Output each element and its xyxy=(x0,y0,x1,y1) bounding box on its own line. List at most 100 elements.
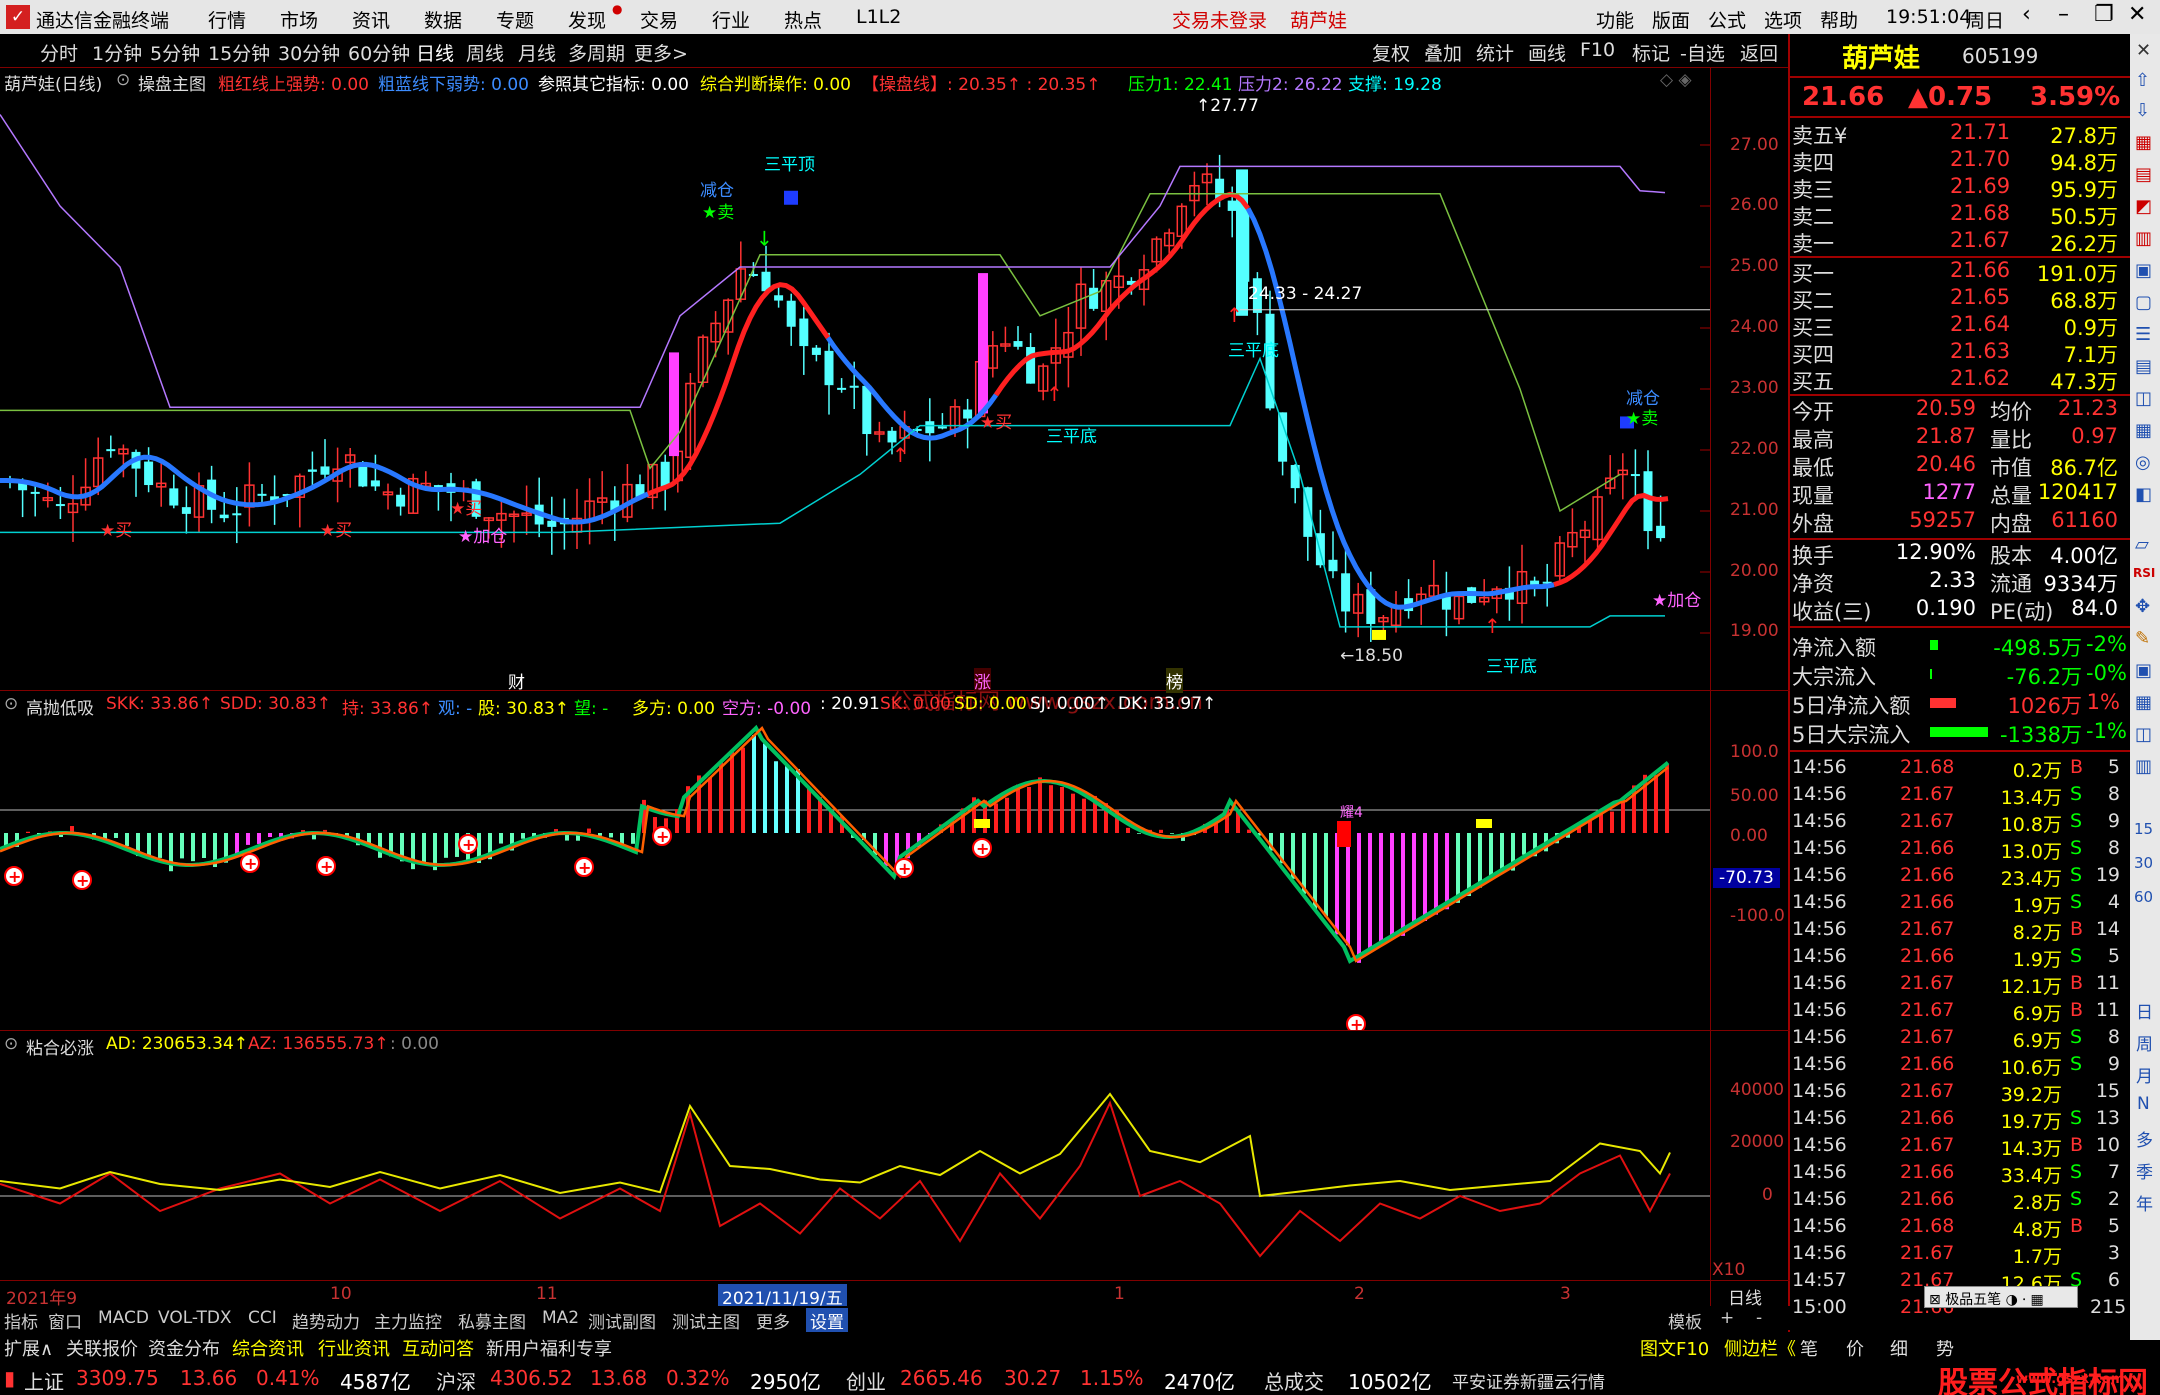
toolbar-kline-icon[interactable]: ▤ xyxy=(2135,164,2152,185)
menu-item[interactable]: 发现 xyxy=(568,6,606,33)
indicator-tab[interactable]: 测试主图 xyxy=(672,1308,740,1333)
indicator-tab-settings[interactable]: 设置 xyxy=(806,1308,848,1333)
trade-login-status[interactable]: 交易未登录 xyxy=(1172,6,1267,33)
toolbar-layout-icon[interactable]: ▦ xyxy=(2135,692,2152,713)
menu-item[interactable]: 市场 xyxy=(280,6,318,33)
ind1-settings-icon[interactable]: ⊙ xyxy=(4,694,18,714)
toolbar-f-icon[interactable]: ▤ xyxy=(2135,356,2152,377)
chart-zoom-icons[interactable]: ◇ ◈ xyxy=(1660,70,1692,90)
menu-item[interactable]: 行情 xyxy=(208,6,246,33)
menu-item[interactable]: 选项 xyxy=(1764,6,1802,33)
menu-item[interactable]: L1L2 xyxy=(856,6,901,28)
tool-button[interactable]: 返回 xyxy=(1740,39,1778,66)
tool-button[interactable]: -自选 xyxy=(1680,39,1725,66)
ext-right-button[interactable]: 侧边栏《 xyxy=(1724,1335,1796,1361)
tool-button[interactable]: 画线 xyxy=(1528,39,1566,66)
toolbar-close-icon[interactable]: ✕ xyxy=(2136,40,2151,61)
indicator-tab[interactable]: 测试副图 xyxy=(588,1308,656,1333)
indicator-tab[interactable]: 更多 xyxy=(756,1308,790,1333)
toolbar-table-icon[interactable]: ▣ xyxy=(2135,260,2152,281)
toolbar-pen-icon[interactable]: ✎ xyxy=(2135,628,2150,649)
minus-icon[interactable]: - xyxy=(1756,1308,1762,1328)
ext-tab[interactable]: 关联报价 xyxy=(66,1335,138,1361)
period-tab-active[interactable]: 日线 xyxy=(416,39,454,66)
side-period[interactable]: 多 xyxy=(2136,1126,2153,1151)
period-tab[interactable]: 15分钟 xyxy=(208,39,270,66)
toolbar-rsi-icon[interactable]: RSI xyxy=(2133,566,2155,580)
period-tab[interactable]: 30分钟 xyxy=(278,39,340,66)
restore-icon[interactable]: ❐ xyxy=(2094,2,2114,27)
menu-item[interactable]: 交易 xyxy=(640,6,678,33)
toolbar-list-icon[interactable]: ☰ xyxy=(2135,324,2151,345)
indicator-tab[interactable]: 主力监控 xyxy=(374,1308,442,1333)
tool-button[interactable]: 统计 xyxy=(1476,39,1514,66)
side-period[interactable]: 日 xyxy=(2136,998,2153,1023)
toolbar-info-icon[interactable]: ◫ xyxy=(2135,388,2152,409)
toolbar-window-icon[interactable]: ◫ xyxy=(2135,724,2152,745)
index-name[interactable]: 上证 xyxy=(24,1366,64,1395)
menu-item[interactable]: 资讯 xyxy=(352,6,390,33)
side-minute[interactable]: 30 xyxy=(2134,854,2153,872)
menu-item[interactable]: 功能 xyxy=(1596,6,1634,33)
toolbar-f10-icon[interactable]: ▢ xyxy=(2135,292,2152,313)
menu-item[interactable]: 版面 xyxy=(1652,6,1690,33)
toolbar-compare-icon[interactable]: ◧ xyxy=(2135,484,2152,505)
indicator-tab[interactable]: 私募主图 xyxy=(458,1308,526,1333)
indicator-tab[interactable]: 指标 xyxy=(4,1308,38,1333)
indicator-tab[interactable]: 趋势动力 xyxy=(292,1308,360,1333)
toolbar-down-icon[interactable]: ⇩ xyxy=(2135,100,2150,121)
index-name[interactable]: 沪深 xyxy=(436,1366,476,1395)
ext-tab[interactable]: 扩展∧ xyxy=(4,1335,53,1361)
toolbar-macd-icon[interactable]: ▱ xyxy=(2135,534,2149,555)
ind1-chart[interactable]: + + + + + + + + + + xyxy=(0,716,1710,1030)
ext-tab[interactable]: 新用户福利专享 xyxy=(486,1335,612,1361)
index-name[interactable]: 创业 xyxy=(846,1366,886,1395)
ext-tab-active[interactable]: 综合资讯 xyxy=(232,1335,304,1361)
tool-button[interactable]: F10 xyxy=(1580,39,1615,61)
toolbar-panel-icon[interactable]: ▥ xyxy=(2135,756,2152,777)
toolbar-up-icon[interactable]: ⇧ xyxy=(2135,70,2150,91)
menu-item[interactable]: 专题 xyxy=(496,6,534,33)
ext-tab[interactable]: 行业资讯 xyxy=(318,1335,390,1361)
back-arrow-icon[interactable]: ‹ xyxy=(2022,2,2031,27)
toolbar-search-icon[interactable]: ◎ xyxy=(2135,452,2151,473)
indicator-tab[interactable]: MA2 xyxy=(542,1308,579,1328)
ext-right-button[interactable]: 图文F10 xyxy=(1640,1335,1709,1361)
candlestick-chart[interactable]: ↑ ↑ ↑ ↑ ↓ xyxy=(0,92,1710,690)
toolbar-move-icon[interactable]: ✥ xyxy=(2135,596,2150,617)
side-period[interactable]: N xyxy=(2137,1094,2150,1114)
toolbar-box-icon[interactable]: ▣ xyxy=(2135,660,2152,681)
side-period[interactable]: 季 xyxy=(2136,1158,2153,1183)
menu-item[interactable]: 热点 xyxy=(784,6,822,33)
menu-item[interactable]: 帮助 xyxy=(1820,6,1858,33)
ext-tab[interactable]: 互动问答 xyxy=(402,1335,474,1361)
period-tab[interactable]: 周线 xyxy=(466,39,504,66)
indicator-tab[interactable]: 窗口 xyxy=(48,1308,82,1333)
template-button[interactable]: 模板 xyxy=(1668,1308,1702,1333)
indicator-tab[interactable]: MACD xyxy=(98,1308,149,1328)
period-tab[interactable]: 多周期 xyxy=(568,39,625,66)
event-marker-finance[interactable]: 财 xyxy=(508,668,525,693)
close-icon[interactable]: ✕ xyxy=(2128,2,2146,27)
period-tab[interactable]: 分时 xyxy=(40,39,78,66)
indicator-tab[interactable]: VOL-TDX xyxy=(158,1308,232,1328)
ext-tab[interactable]: 资金分布 xyxy=(148,1335,220,1361)
period-tab[interactable]: 5分钟 xyxy=(150,39,200,66)
toolbar-chart-icon[interactable]: ▦ xyxy=(2135,132,2152,153)
tool-button[interactable]: 叠加 xyxy=(1424,39,1462,66)
side-period[interactable]: 月 xyxy=(2136,1062,2153,1087)
ind2-settings-icon[interactable]: ⊙ xyxy=(4,1034,18,1054)
ime-toolbar[interactable]: ⊠ 极品五笔 ◑ ⸱ ▦ xyxy=(1924,1286,2078,1308)
side-minute[interactable]: 15 xyxy=(2134,820,2153,838)
menu-item[interactable]: 公式 xyxy=(1708,6,1746,33)
add-icon[interactable]: + xyxy=(1720,1308,1734,1328)
menu-item[interactable]: 数据 xyxy=(424,6,462,33)
tool-button[interactable]: 复权 xyxy=(1372,39,1410,66)
side-period[interactable]: 周 xyxy=(2136,1030,2153,1055)
chart-settings-icon[interactable]: ⊙ xyxy=(116,70,130,90)
period-tab[interactable]: 月线 xyxy=(518,39,556,66)
menu-item[interactable]: 行业 xyxy=(712,6,750,33)
period-tab[interactable]: 1分钟 xyxy=(92,39,142,66)
toolbar-grid-icon[interactable]: ▦ xyxy=(2135,420,2152,441)
side-minute[interactable]: 60 xyxy=(2134,888,2153,906)
